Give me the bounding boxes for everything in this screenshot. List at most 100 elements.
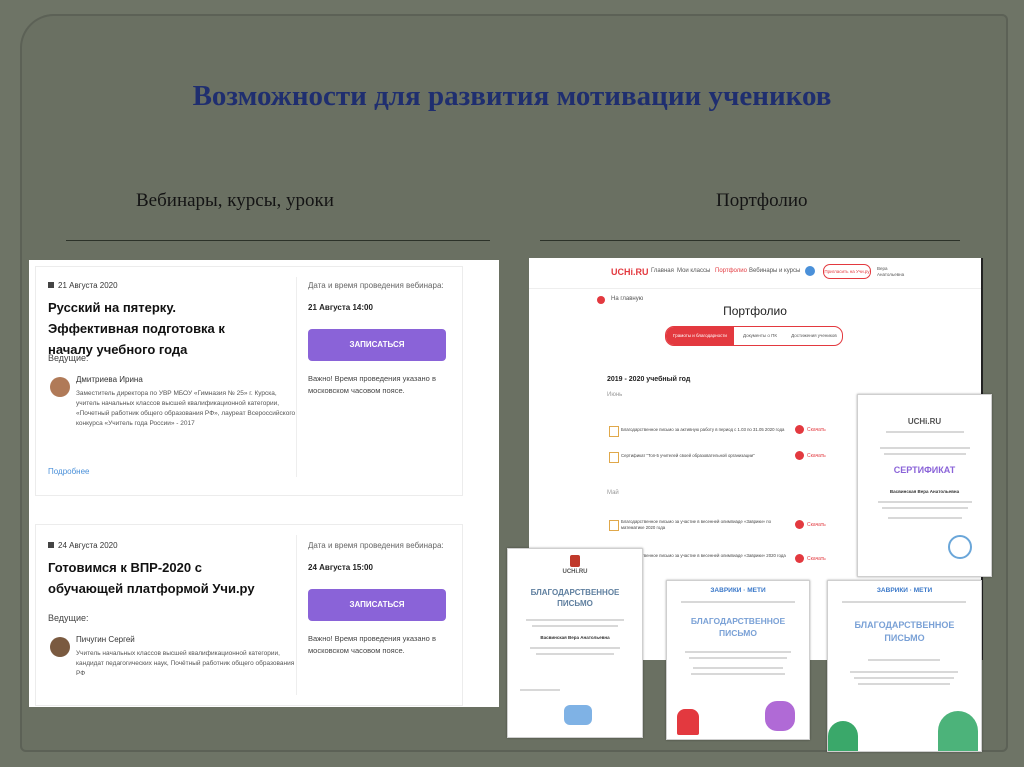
certificate-title: СЕРТИФИКАТ	[893, 465, 956, 475]
letter-name: Васвинская Вера Анатольевна	[540, 635, 610, 640]
zavriki-logo: ЗАВРИКИ · МЕТИ	[710, 587, 766, 594]
text-line	[886, 431, 964, 433]
download-icon[interactable]	[795, 554, 804, 563]
timezone-note: Важно! Время проведения указано в москов…	[308, 634, 436, 655]
page-title: Портфолио	[723, 304, 787, 318]
left-heading: Вебинары, курсы, уроки	[136, 190, 334, 211]
top-navbar: UCHi.RU Главная Мои классы Портфолио Веб…	[529, 258, 981, 289]
host-name: Дмитриева Ирина	[76, 375, 143, 384]
download-link[interactable]: Скачать	[807, 522, 826, 528]
letter-title: БЛАГОДАРСТВЕННОЕ ПИСЬМО	[530, 588, 620, 608]
certificate-name: Васвинская Вера Анатольевна	[889, 489, 960, 494]
host-name: Пичугин Сергей	[76, 635, 135, 644]
user-menu[interactable]: Вера Анатольевна	[877, 266, 907, 278]
download-link[interactable]: Скачать	[807, 427, 826, 433]
text-line	[689, 657, 787, 659]
download-icon[interactable]	[795, 520, 804, 529]
text-line	[526, 619, 624, 621]
slide-title: Возможности для развития мотивации учени…	[192, 80, 832, 112]
time-label: Дата и время проведения вебинара:	[308, 541, 444, 550]
notification-icon[interactable]	[805, 266, 815, 276]
download-link[interactable]: Скачать	[807, 453, 826, 459]
download-icon[interactable]	[795, 425, 804, 434]
portfolio-item: Благодарственное письмо за участие в вес…	[621, 519, 772, 530]
document-icon	[609, 520, 619, 531]
timezone-note: Важно! Время проведения указано в москов…	[308, 374, 436, 395]
right-divider	[540, 240, 960, 241]
stamp-icon	[948, 535, 972, 559]
document-icon	[609, 452, 619, 463]
text-line	[536, 653, 614, 655]
time-value: 24 Августа 15:00	[308, 563, 373, 572]
zavriki-logo: ЗАВРИКИ · МЕТИ	[876, 587, 933, 594]
portfolio-item: Благодарственное письмо за активную рабо…	[621, 427, 785, 432]
calendar-icon	[48, 542, 54, 548]
tab-achievements[interactable]: Достижения учеников	[786, 327, 842, 345]
portfolio-item: Благодарственное письмо за участие в вес…	[621, 553, 786, 558]
invite-button[interactable]: Пригласить на Учи.ру	[823, 264, 871, 279]
thank-you-letter: UCHi.RU БЛАГОДАРСТВЕННОЕ ПИСЬМО Васвинск…	[507, 548, 643, 738]
avatar	[50, 637, 70, 657]
webinar-title: Русский на пятерку. Эффективная подготов…	[48, 300, 225, 357]
webinar-date: 24 Августа 2020	[58, 541, 118, 550]
text-line	[691, 673, 785, 675]
download-link[interactable]: Скачать	[807, 556, 826, 562]
text-line	[858, 683, 950, 685]
webinar-title: Готовимся к ВПР-2020 с обучающей платфор…	[48, 560, 255, 596]
webinar-date-row: 21 Августа 2020	[48, 281, 118, 290]
host-bio: Учитель начальных классов высшей квалифи…	[76, 650, 295, 677]
text-line	[532, 625, 618, 627]
year-heading: 2019 - 2020 учебный год	[607, 376, 691, 383]
document-icon	[609, 426, 619, 437]
webinar-date-row: 24 Августа 2020	[48, 541, 118, 550]
avatar	[50, 377, 70, 397]
nav-portfolio[interactable]: Портфолио	[715, 268, 747, 274]
host-bio: Заместитель директора по УВР МБОУ «Гимна…	[76, 390, 296, 427]
host-label: Ведущие:	[48, 353, 89, 363]
time-value: 21 Августа 14:00	[308, 303, 373, 312]
nav-classes[interactable]: Мои классы	[677, 268, 710, 274]
host-label: Ведущие:	[48, 613, 89, 623]
certificate-logo: UCHi.RU	[907, 417, 942, 426]
text-line	[884, 453, 966, 455]
register-button[interactable]: ЗАПИСАТЬСЯ	[308, 589, 446, 621]
uchi-logo: UCHi.RU	[611, 267, 649, 277]
month-june: Июнь	[607, 392, 623, 398]
back-link[interactable]: На главную	[611, 296, 643, 302]
emblem-icon	[570, 555, 580, 567]
tab-letters[interactable]: Грамоты и благодарности	[666, 327, 734, 345]
tabs: Грамоты и благодарности Документы о ПК Д…	[665, 326, 843, 346]
text-line	[868, 659, 940, 661]
zavriki-letter: ЗАВРИКИ · МЕТИ БЛАГОДАРСТВЕННОЕ ПИСЬМО	[827, 580, 982, 752]
zavriki-letter: ЗАВРИКИ · МЕТИ БЛАГОДАРСТВЕННОЕ ПИСЬМО	[666, 580, 810, 740]
right-heading: Портфолио	[716, 190, 808, 211]
left-divider	[66, 240, 490, 241]
time-label: Дата и время проведения вебинара:	[308, 281, 444, 290]
text-line	[850, 671, 958, 673]
text-line	[520, 689, 560, 691]
tab-documents[interactable]: Документы о ПК	[736, 327, 784, 345]
calendar-icon	[48, 282, 54, 288]
webinar-card: 21 Августа 2020 Русский на пятерку. Эффе…	[35, 266, 463, 496]
more-link[interactable]: Подробнее	[48, 467, 90, 476]
register-button[interactable]: ЗАПИСАТЬСЯ	[308, 329, 446, 361]
certificate-document: UCHi.RU СЕРТИФИКАТ Васвинская Вера Анато…	[857, 394, 992, 577]
webinar-card: 24 Августа 2020 Готовимся к ВПР-2020 с о…	[35, 524, 463, 706]
webinar-screenshot: 21 Августа 2020 Русский на пятерку. Эффе…	[29, 260, 499, 707]
card-divider	[296, 277, 297, 477]
text-line	[880, 447, 970, 449]
text-line	[878, 501, 972, 503]
download-icon[interactable]	[795, 451, 804, 460]
back-icon[interactable]	[597, 296, 605, 304]
text-line	[693, 667, 783, 669]
text-line	[530, 647, 620, 649]
character-illustration	[564, 705, 592, 725]
text-line	[888, 517, 962, 519]
nav-main[interactable]: Главная	[651, 268, 674, 274]
month-may: Май	[607, 490, 619, 496]
letter-logo: UCHi.RU	[562, 569, 588, 575]
text-line	[882, 507, 968, 509]
text-line	[685, 651, 791, 653]
monster-illustration	[677, 709, 699, 735]
nav-webinars[interactable]: Вебинары и курсы	[749, 268, 800, 274]
